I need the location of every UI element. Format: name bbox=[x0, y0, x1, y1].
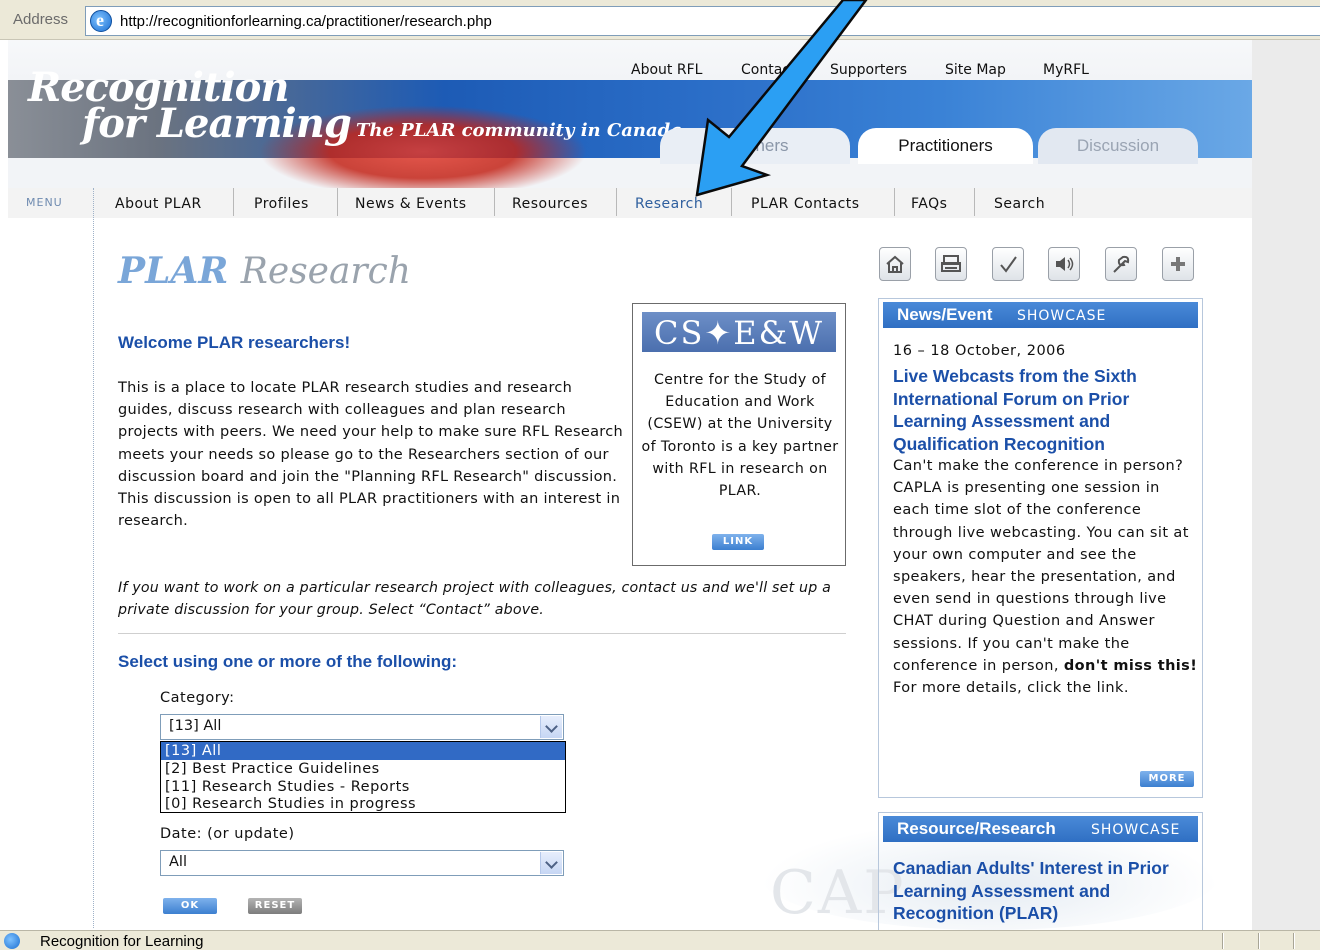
news-showcase-subtitle: SHOWCASE bbox=[1017, 308, 1107, 324]
news-body-end: For more details, click the link. bbox=[893, 680, 1129, 697]
browser-status-bar: Recognition for Learning bbox=[0, 930, 1320, 950]
csew-logo[interactable]: CS✦E&W bbox=[642, 312, 836, 352]
date-select[interactable]: All bbox=[160, 850, 564, 876]
page-gutter bbox=[1252, 40, 1320, 930]
resource-research-showcase: Resource/Research SHOWCASE Canadian Adul… bbox=[878, 812, 1203, 930]
nav-separator bbox=[731, 188, 732, 216]
status-separator bbox=[1222, 933, 1224, 949]
top-nav-site-map[interactable]: Site Map bbox=[945, 62, 1006, 78]
intro-text: This is a place to locate PLAR research … bbox=[118, 380, 623, 530]
nav-news-events[interactable]: News & Events bbox=[355, 196, 467, 212]
content-divider bbox=[118, 633, 846, 634]
news-showcase-title: News/Event bbox=[897, 305, 993, 324]
chevron-down-icon[interactable] bbox=[540, 852, 562, 874]
category-select-value: [13] All bbox=[169, 718, 222, 734]
top-nav-contact[interactable]: Contact bbox=[741, 62, 795, 78]
top-nav-supporters[interactable]: Supporters bbox=[830, 62, 907, 78]
nav-resources[interactable]: Resources bbox=[512, 196, 588, 212]
welcome-heading: Welcome PLAR researchers! bbox=[118, 333, 351, 352]
news-headline-link[interactable]: Live Webcasts from the Sixth Internation… bbox=[893, 365, 1193, 455]
resource-title-link[interactable]: Canadian Adults' Interest in Prior Learn… bbox=[893, 857, 1193, 925]
tab-learners[interactable]: Learners bbox=[660, 128, 850, 164]
page-title: PLAR Research bbox=[118, 250, 411, 292]
news-body-emphasis: don't miss this! bbox=[1063, 657, 1198, 674]
news-body-text: Can't make the conference in person? CAP… bbox=[893, 458, 1189, 674]
news-date: 16 – 18 October, 2006 bbox=[893, 343, 1066, 359]
news-more-button[interactable]: MORE bbox=[1140, 771, 1194, 787]
chevron-down-icon[interactable] bbox=[540, 716, 562, 738]
date-label: Date: (or update) bbox=[160, 826, 295, 842]
home-icon[interactable] bbox=[879, 247, 911, 281]
nav-separator bbox=[894, 188, 895, 216]
address-input[interactable]: http://recognitionforlearning.ca/practit… bbox=[85, 6, 1320, 36]
page-title-plar: PLAR bbox=[118, 250, 229, 292]
logo-line2[interactable]: for Learning bbox=[82, 100, 352, 147]
ie-status-icon bbox=[4, 933, 20, 949]
csew-description: Centre for the Study of Education and Wo… bbox=[641, 372, 839, 500]
tab-discussion[interactable]: Discussion bbox=[1038, 128, 1198, 164]
tab-practitioners[interactable]: Practitioners bbox=[858, 128, 1033, 164]
nav-about-plar[interactable]: About PLAR bbox=[115, 196, 202, 212]
wrench-icon[interactable] bbox=[1105, 247, 1137, 281]
csew-logo-text: CS✦E&W bbox=[654, 314, 824, 352]
reset-button[interactable]: RESET bbox=[248, 898, 302, 914]
address-url[interactable]: http://recognitionforlearning.ca/practit… bbox=[120, 13, 492, 30]
browser-address-bar: Address http://recognitionforlearning.ca… bbox=[0, 0, 1320, 40]
nav-separator bbox=[494, 188, 495, 216]
category-label: Category: bbox=[160, 690, 235, 706]
category-select[interactable]: [13] All bbox=[160, 714, 564, 740]
nav-separator bbox=[233, 188, 234, 216]
ie-page-icon bbox=[90, 10, 112, 32]
ok-button[interactable]: OK bbox=[163, 898, 217, 914]
site-header: Recognition for Learning The PLAR commun… bbox=[8, 40, 1252, 188]
resource-showcase-title: Resource/Research bbox=[897, 819, 1056, 838]
status-text: Recognition for Learning bbox=[40, 933, 204, 950]
speaker-icon[interactable] bbox=[1048, 247, 1080, 281]
logo-tagline: The PLAR community in Canada bbox=[356, 120, 682, 141]
csew-partner-box: CS✦E&W Centre for the Study of Education… bbox=[632, 303, 846, 566]
resource-showcase-header: Resource/Research SHOWCASE bbox=[883, 816, 1198, 842]
print-icon[interactable] bbox=[935, 247, 967, 281]
nav-faqs[interactable]: FAQs bbox=[911, 196, 947, 212]
menu-label: MENU bbox=[26, 196, 63, 209]
top-nav-about-rfl[interactable]: About RFL bbox=[631, 62, 702, 78]
nav-separator bbox=[337, 188, 338, 216]
status-separator bbox=[1258, 933, 1260, 949]
nav-separator bbox=[974, 188, 975, 216]
contact-note: If you want to work on a particular rese… bbox=[118, 580, 832, 618]
resource-showcase-subtitle: SHOWCASE bbox=[1091, 822, 1181, 838]
nav-search[interactable]: Search bbox=[994, 196, 1045, 212]
nav-research[interactable]: Research bbox=[635, 196, 703, 212]
check-icon[interactable] bbox=[992, 247, 1024, 281]
page-title-research: Research bbox=[240, 251, 411, 292]
plus-icon[interactable] bbox=[1162, 247, 1194, 281]
top-nav-myrfl[interactable]: MyRFL bbox=[1043, 62, 1089, 78]
category-dropdown-list: [13] All [2] Best Practice Guidelines [1… bbox=[160, 741, 566, 813]
nav-profiles[interactable]: Profiles bbox=[254, 196, 309, 212]
news-showcase-header: News/Event SHOWCASE bbox=[883, 302, 1198, 328]
date-select-value: All bbox=[169, 854, 187, 870]
nav-separator bbox=[616, 188, 617, 216]
address-label: Address bbox=[13, 11, 69, 28]
category-option[interactable]: [2] Best Practice Guidelines bbox=[161, 760, 565, 778]
status-separator bbox=[1293, 933, 1295, 949]
news-body: Can't make the conference in person? CAP… bbox=[893, 455, 1198, 699]
nav-plar-contacts[interactable]: PLAR Contacts bbox=[751, 196, 860, 212]
left-divider bbox=[93, 188, 94, 928]
news-event-showcase: News/Event SHOWCASE 16 – 18 October, 200… bbox=[878, 298, 1203, 798]
csew-link-button[interactable]: LINK bbox=[712, 534, 764, 550]
category-option[interactable]: [0] Research Studies in progress bbox=[161, 795, 565, 813]
category-option[interactable]: [13] All bbox=[161, 742, 565, 760]
category-option[interactable]: [11] Research Studies - Reports bbox=[161, 778, 565, 796]
select-heading: Select using one or more of the followin… bbox=[118, 652, 458, 671]
nav-separator bbox=[1072, 188, 1073, 216]
